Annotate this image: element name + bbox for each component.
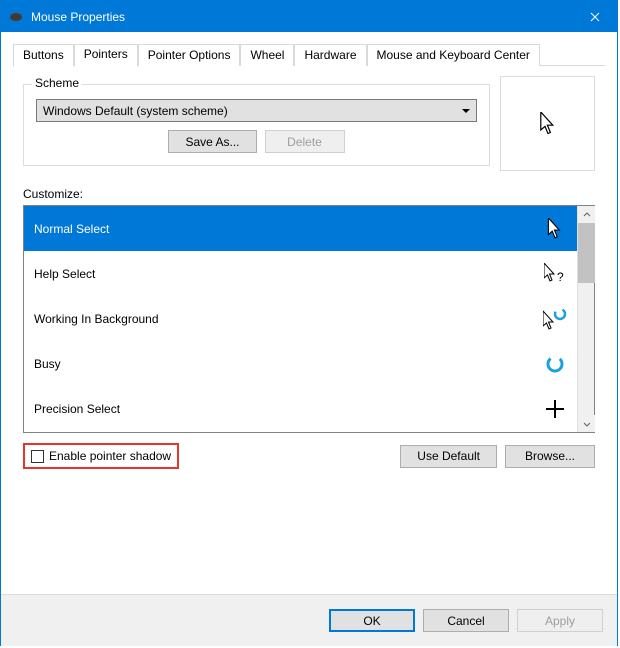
list-item-busy[interactable]: Busy [24, 341, 577, 386]
mouse-properties-window: Mouse Properties Buttons Pointers Pointe… [0, 0, 618, 646]
content-area: Buttons Pointers Pointer Options Wheel H… [1, 32, 617, 594]
scroll-up-button[interactable] [578, 206, 595, 223]
window-title: Mouse Properties [31, 10, 572, 24]
scroll-thumb[interactable] [578, 223, 595, 283]
save-as-button[interactable]: Save As... [168, 130, 256, 153]
pointer-list: Normal Select Help Select ? Working In B… [23, 205, 595, 433]
apply-button: Apply [517, 609, 603, 632]
scheme-legend: Scheme [32, 76, 82, 90]
scheme-select[interactable]: Windows Default (system scheme) [36, 99, 477, 122]
enable-shadow-label: Enable pointer shadow [49, 449, 171, 463]
titlebar: Mouse Properties [1, 1, 617, 32]
list-item-working[interactable]: Working In Background [24, 296, 577, 341]
cursor-working-icon [543, 308, 567, 330]
tab-mkcenter[interactable]: Mouse and Keyboard Center [367, 44, 540, 66]
tab-pointer-options[interactable]: Pointer Options [138, 44, 241, 66]
scheme-selected-text: Windows Default (system scheme) [43, 104, 228, 118]
tab-buttons[interactable]: Buttons [13, 44, 74, 66]
cancel-button[interactable]: Cancel [423, 609, 509, 632]
list-item-label: Precision Select [34, 402, 543, 416]
pointer-preview [500, 76, 595, 171]
scheme-fieldset: Scheme Windows Default (system scheme) S… [23, 84, 490, 166]
close-button[interactable] [572, 1, 617, 32]
list-item-normal-select[interactable]: Normal Select [24, 206, 577, 251]
list-item-precision[interactable]: Precision Select [24, 386, 577, 431]
tab-bar: Buttons Pointers Pointer Options Wheel H… [13, 44, 605, 66]
enable-shadow-checkbox[interactable] [31, 450, 44, 463]
cursor-white-icon [543, 218, 567, 240]
delete-button: Delete [265, 130, 345, 153]
list-item-label: Working In Background [34, 312, 543, 326]
customize-label: Customize: [23, 187, 595, 201]
list-item-help-select[interactable]: Help Select ? [24, 251, 577, 296]
tab-wheel[interactable]: Wheel [240, 44, 294, 66]
use-default-button[interactable]: Use Default [400, 445, 497, 468]
svg-text:?: ? [557, 270, 564, 284]
list-item-label: Busy [34, 357, 543, 371]
cursor-precision-icon [543, 399, 567, 419]
enable-shadow-highlight: Enable pointer shadow [23, 443, 179, 469]
cursor-busy-icon [543, 354, 567, 374]
cursor-help-icon: ? [543, 263, 567, 285]
dialog-footer: OK Cancel Apply [1, 594, 617, 646]
scrollbar[interactable] [577, 206, 594, 432]
browse-button[interactable]: Browse... [505, 445, 595, 468]
scroll-down-button[interactable] [578, 415, 595, 432]
tab-panel: Scheme Windows Default (system scheme) S… [13, 66, 605, 584]
ok-button[interactable]: OK [329, 609, 415, 632]
list-item-label: Help Select [34, 267, 543, 281]
list-item-label: Normal Select [34, 222, 543, 236]
tab-pointers[interactable]: Pointers [74, 44, 138, 67]
tab-hardware[interactable]: Hardware [294, 44, 366, 66]
mouse-icon [9, 11, 23, 23]
